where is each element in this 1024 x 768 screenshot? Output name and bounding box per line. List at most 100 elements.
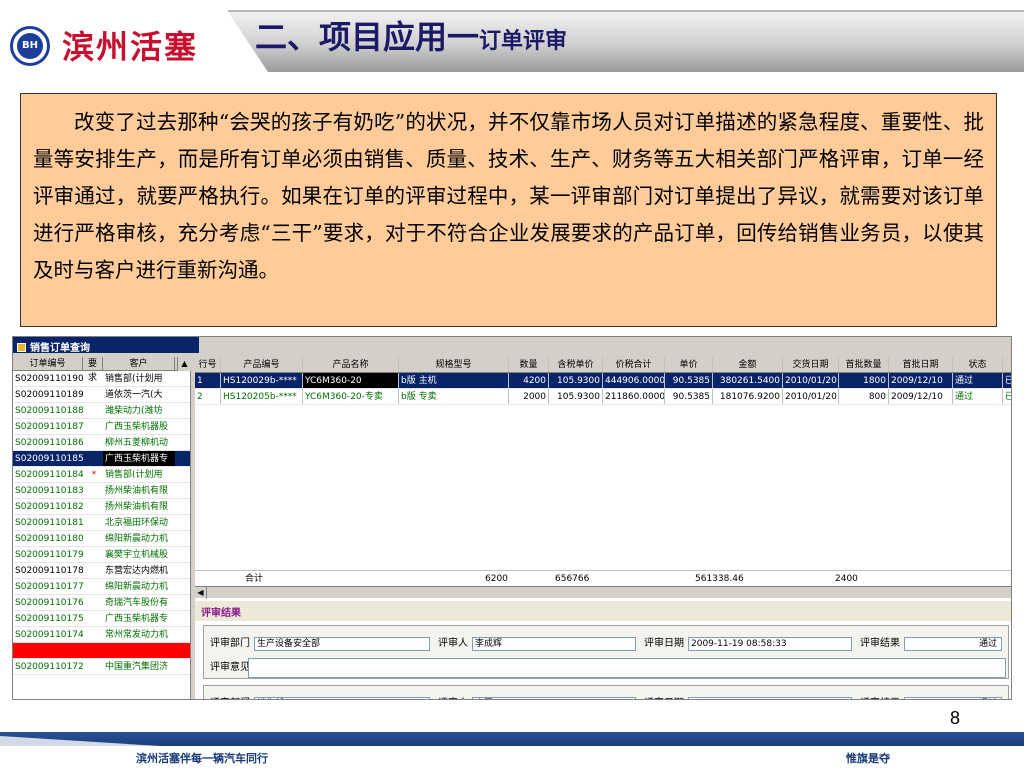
- order-row[interactable]: S02009110172 中国重汽集团济: [13, 659, 190, 675]
- order-customer: 奇瑞汽车股份有: [105, 598, 169, 608]
- title-sub: 订单评审: [479, 29, 568, 54]
- order-flag: [83, 579, 103, 594]
- opinion-field[interactable]: [248, 658, 1006, 678]
- order-flag: [83, 387, 103, 402]
- window-title-bar: 销售订单查询: [13, 337, 199, 354]
- page-number: 8: [950, 708, 961, 728]
- dept-field[interactable]: 销售部: [254, 697, 430, 699]
- order-id: S02009110178: [15, 566, 83, 576]
- result-label: 评审结果: [860, 696, 900, 699]
- order-row[interactable]: S02009110181 北京福田环保动: [13, 515, 190, 531]
- order-row[interactable]: S02009110177 绵阳新晨动力机: [13, 579, 190, 595]
- scroll-left-arrow-icon[interactable]: ◀: [195, 587, 207, 599]
- review-entry: 评审部门 销售部 评审人 李国 评审日期 2009-11-19 08:58:54 评审结果 通…: [203, 685, 1009, 699]
- totals-qty: 6200: [485, 574, 508, 584]
- order-customer: 扬州柴油机有限: [105, 486, 169, 496]
- grid-header-cell[interactable]: 产品编号: [221, 357, 303, 372]
- date-field[interactable]: 2009-11-19 08:58:54: [688, 697, 852, 699]
- header-customer[interactable]: 客户: [103, 357, 175, 370]
- order-id: S02009110182: [15, 502, 83, 512]
- order-id: S02009110176: [15, 598, 83, 608]
- grid-row[interactable]: 1 HS120029b-**** YC6M360-20 b版 主机 4200 105.93…: [195, 373, 1011, 389]
- grid-header-cell[interactable]: 行号: [195, 357, 221, 372]
- order-customer: 北京福田环保动: [105, 518, 169, 528]
- order-id: S02009110186: [15, 438, 83, 448]
- order-row[interactable]: S02009110183 扬州柴油机有限: [13, 483, 190, 499]
- grid-cell: 2000: [509, 389, 549, 404]
- order-row[interactable]: S02009110176 奇瑞汽车股份有: [13, 595, 190, 611]
- order-row[interactable]: S02009110179 襄樊宇立机械股: [13, 547, 190, 563]
- company-logo-icon: BH: [10, 26, 50, 66]
- footer-slogan-right: 惟旗是夺: [846, 752, 890, 765]
- result-label: 评审结果: [860, 638, 900, 649]
- order-id: S02009110180: [15, 534, 83, 544]
- grid-row[interactable]: 2 HS120205b-**** YC6M360-20-专卖 b版 专卖 2000 105…: [195, 389, 1011, 405]
- grid-cell: 211860.0000: [603, 389, 665, 404]
- grid-header-cell[interactable]: 首批日期: [889, 357, 953, 372]
- brand-name: 滨州活塞: [62, 28, 199, 66]
- grid-cell: 已排: [1003, 389, 1011, 404]
- grid-header-cell[interactable]: 单价: [665, 357, 713, 372]
- review-fields: 评审部门 生产设备安全部 评审人 李成辉 评审日期 2009-11-19 08:58:33…: [204, 636, 1010, 652]
- grid-header-cell[interactable]: 数量: [509, 357, 549, 372]
- order-customer: 东营宏达内燃机: [105, 566, 169, 576]
- order-row[interactable]: S02009110175 广西玉柴机器专: [13, 611, 190, 627]
- order-row[interactable]: S02009110190 销售部(计划用: [13, 371, 190, 387]
- header-order-id[interactable]: 订单编号: [13, 357, 83, 370]
- order-customer: 柳州五菱柳机动: [105, 438, 169, 448]
- order-row[interactable]: S02009110189 道依茨一汽(大: [13, 387, 190, 403]
- order-row[interactable]: S02009110174 常州常发动力机: [13, 627, 190, 643]
- result-field[interactable]: 通过: [904, 637, 1002, 651]
- grid-header-cell[interactable]: 规格型号: [399, 357, 509, 372]
- order-row[interactable]: S02009110185 广西玉柴机器专: [13, 451, 190, 467]
- order-row[interactable]: S02009110180 绵阳新晨动力机: [13, 531, 190, 547]
- order-flag: [83, 531, 103, 546]
- header-requirement[interactable]: 要求: [83, 357, 103, 383]
- slide-title: 二、项目应用一订单评审: [255, 12, 567, 58]
- order-id: S02009110177: [15, 582, 83, 592]
- grid-header-cell[interactable]: 价税合计: [603, 357, 665, 372]
- grid-header-cell[interactable]: 状态: [953, 357, 1003, 372]
- dept-label: 评审部门: [210, 638, 250, 649]
- order-id: S02009110188: [15, 406, 83, 416]
- order-row[interactable]: S02009110182 扬州柴油机有限: [13, 499, 190, 515]
- grid-header-cell[interactable]: 生: [1003, 357, 1011, 372]
- order-customer: 扬州柴油机有限: [105, 502, 169, 512]
- review-section-title: 评审结果: [195, 601, 1011, 621]
- date-field[interactable]: 2009-11-19 08:58:33: [688, 637, 852, 651]
- order-row[interactable]: S02009110173 潍柴动力(潍坊: [13, 643, 190, 659]
- order-flag: [83, 563, 103, 578]
- grid-header-cell[interactable]: 含税单价: [549, 357, 603, 372]
- order-id: S02009110175: [15, 614, 83, 624]
- grid-cell: b版 专卖: [399, 389, 509, 404]
- grid-header-cell[interactable]: 交货日期: [783, 357, 839, 372]
- grid-cell: HS120029b-****: [221, 373, 303, 388]
- scroll-up-arrow-icon[interactable]: ▲: [177, 357, 191, 371]
- order-id: S02009110172: [15, 662, 83, 672]
- order-row[interactable]: S02009110178 东营宏达内燃机: [13, 563, 190, 579]
- grid-cell: 105.9300: [549, 389, 603, 404]
- order-customer: 广西玉柴机器专: [103, 451, 175, 466]
- order-flag: *: [91, 470, 97, 480]
- grid-header-cell[interactable]: 首批数量: [839, 357, 889, 372]
- grid-header: 行号 产品编号 产品名称 规格型号 数量 含税单价 价税合计 单价 金额 交货日期 首批数量 首批日期…: [195, 357, 1011, 373]
- grid-cell: b版 主机: [399, 373, 509, 388]
- order-list-header: 订单编号 要求 客户: [13, 357, 190, 383]
- dept-field[interactable]: 生产设备安全部: [254, 637, 430, 651]
- grid-header-cell[interactable]: 产品名称: [303, 357, 399, 372]
- order-row[interactable]: S02009110186 柳州五菱柳机动: [13, 435, 190, 451]
- grid-cell: 2010/01/20: [783, 373, 839, 388]
- order-flag: [83, 643, 103, 658]
- review-entry: 评审部门 生产设备安全部 评审人 李成辉 评审日期 2009-11-19 08:58:33…: [203, 625, 1009, 679]
- reviewer-field[interactable]: 李国: [472, 697, 636, 699]
- reviewer-label: 评审人: [438, 638, 468, 649]
- order-flag: [83, 451, 103, 466]
- order-row[interactable]: S02009110188 潍柴动力(潍坊: [13, 403, 190, 419]
- order-row[interactable]: S02009110184 * 销售部(计划用: [13, 467, 190, 483]
- order-row[interactable]: S02009110187 广西玉柴机器股: [13, 419, 190, 435]
- order-flag: [83, 611, 103, 626]
- reviewer-field[interactable]: 李成辉: [472, 637, 636, 651]
- grid-header-cell[interactable]: 金额: [713, 357, 783, 372]
- result-field[interactable]: 通过: [904, 697, 1002, 699]
- horizontal-scrollbar[interactable]: ◀: [195, 586, 1011, 599]
